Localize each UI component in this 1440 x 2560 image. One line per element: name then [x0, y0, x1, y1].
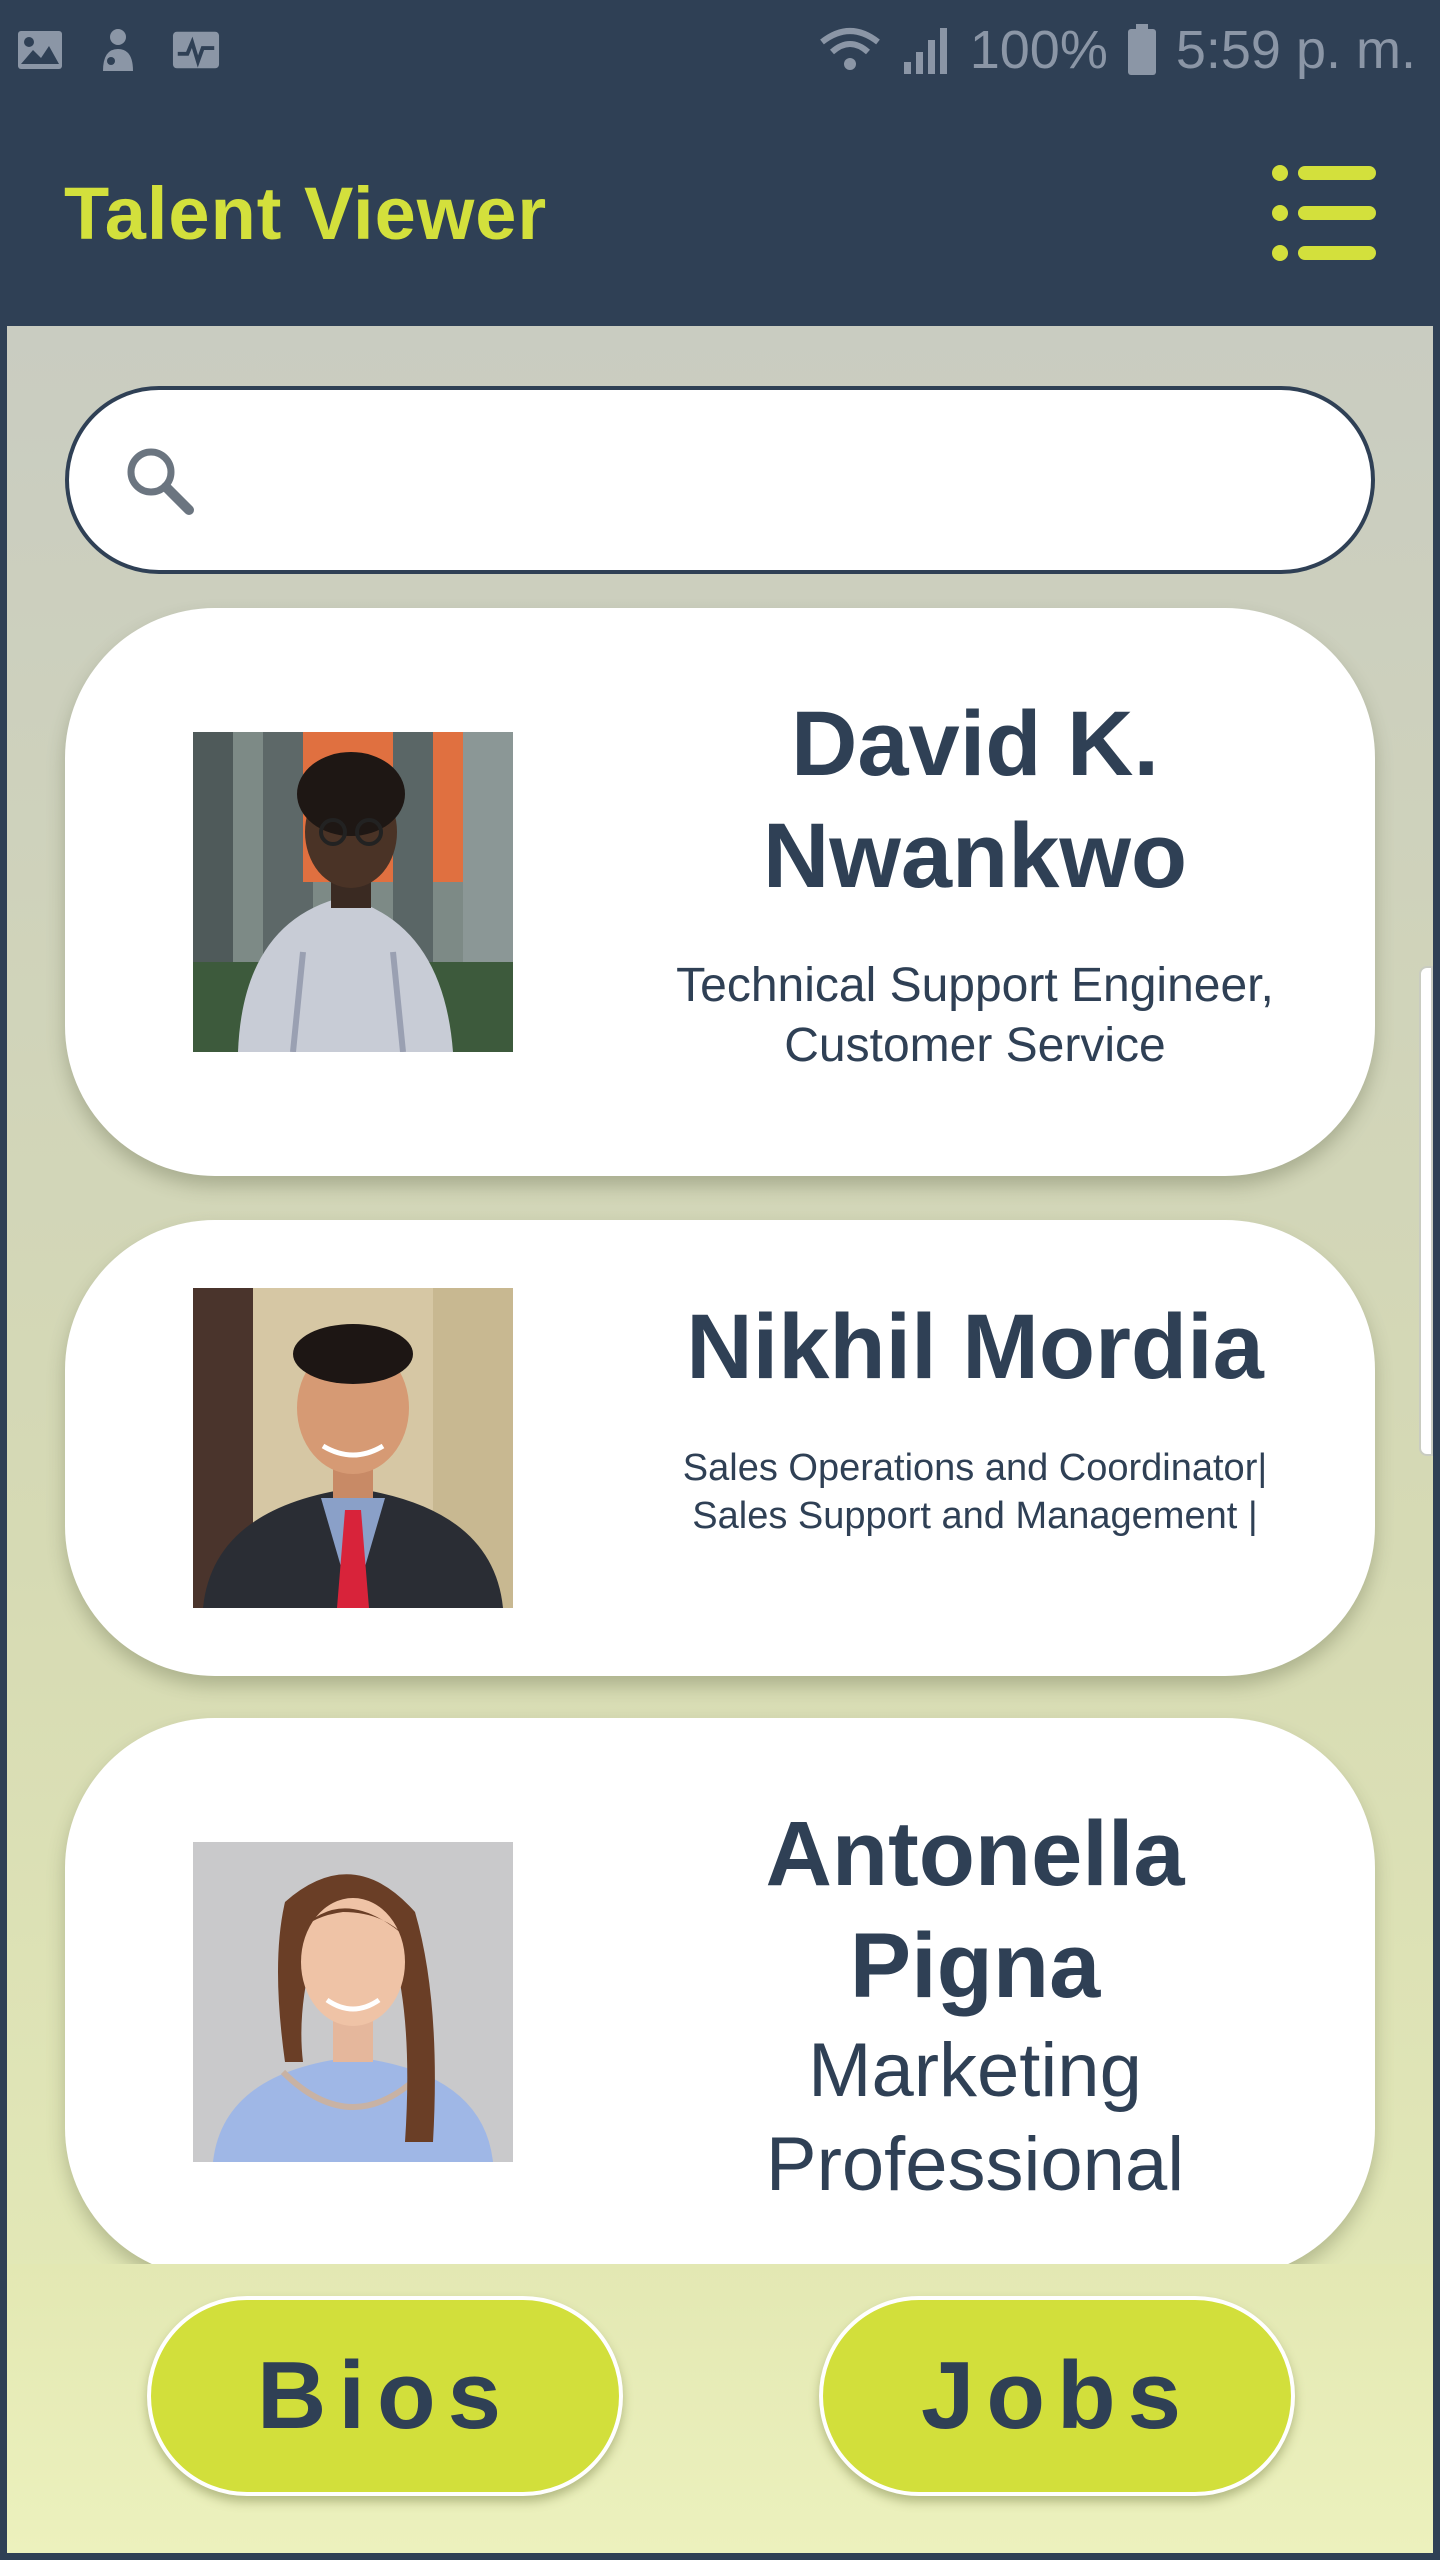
jobs-button[interactable]: Jobs — [819, 2296, 1295, 2496]
profile-photo — [193, 1288, 513, 1608]
wifi-icon — [818, 24, 882, 76]
profiles-screen: David K. Nwankwo Technical Support Engin… — [7, 326, 1433, 2553]
battery-icon — [1126, 24, 1158, 76]
profile-role: Marketing Professional — [765, 2028, 1185, 2207]
profile-info: Nikhil Mordia Sales Operations and Coord… — [575, 1292, 1375, 1540]
activity-notification-icon — [172, 26, 220, 74]
app-notification-icon — [94, 26, 142, 74]
app-title: Talent Viewer — [64, 171, 548, 255]
profile-card[interactable]: Antonella Pigna Marketing Professional — [65, 1718, 1375, 2278]
scrollbar-thumb[interactable] — [1419, 966, 1433, 1456]
search-icon — [127, 448, 194, 515]
profile-card[interactable]: David K. Nwankwo Technical Support Engin… — [65, 608, 1375, 1176]
profile-photo — [193, 732, 513, 1052]
profile-info: David K. Nwankwo Technical Support Engin… — [575, 688, 1375, 1076]
status-system-icons: 100% 5:59 p. m. — [818, 19, 1416, 81]
menu-list-icon — [1272, 165, 1376, 261]
search-bar[interactable] — [65, 386, 1375, 574]
bios-button[interactable]: Bios — [147, 2296, 623, 2496]
status-bar: 100% 5:59 p. m. — [0, 0, 1440, 100]
bottom-navigation: Bios Jobs — [7, 2264, 1433, 2553]
profile-role: Technical Support Engineer, Customer Ser… — [676, 959, 1274, 1072]
image-notification-icon — [16, 26, 64, 74]
app-bar: Talent Viewer — [0, 100, 1440, 326]
clock: 5:59 p. m. — [1175, 20, 1416, 80]
profile-role: Sales Operations and Coordinator| Sales … — [682, 1447, 1268, 1537]
profile-name: Antonella Pigna — [765, 1803, 1185, 2017]
profile-photo — [193, 1842, 513, 2162]
profile-name: David K. Nwankwo — [762, 693, 1188, 907]
profile-info: Antonella Pigna Marketing Professional — [575, 1798, 1375, 2212]
signal-icon — [900, 24, 952, 76]
menu-button[interactable] — [1270, 163, 1378, 263]
profile-card[interactable]: Nikhil Mordia Sales Operations and Coord… — [65, 1220, 1375, 1676]
search-input[interactable] — [227, 451, 1327, 509]
status-notification-icons — [16, 26, 220, 74]
battery-percentage: 100% — [969, 20, 1108, 80]
profile-name: Nikhil Mordia — [686, 1296, 1264, 1398]
